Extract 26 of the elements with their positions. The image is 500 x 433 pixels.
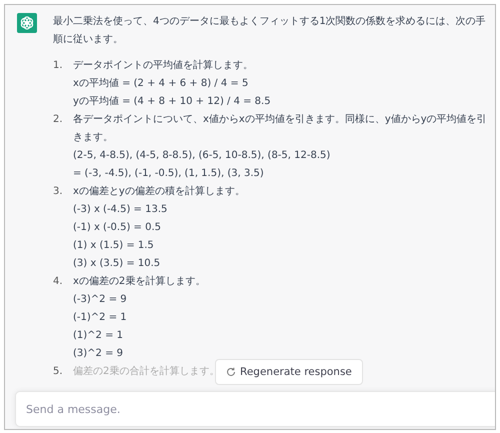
list-number: 4. bbox=[53, 275, 64, 289]
list-number: 1. bbox=[53, 59, 64, 73]
step-text: xの偏差とyの偏差の積を計算します。 bbox=[73, 184, 245, 199]
list-number: 5. bbox=[53, 365, 64, 379]
message-text: 最小二乗法を使って、4つのデータに最もよくフィットする1次関数の係数を求めるには、次の手順に従います。 bbox=[53, 14, 487, 47]
step-text: xの偏差の2乗を計算します。 bbox=[73, 274, 206, 289]
calculation-line: (2-5, 4-8.5), (4-5, 8-8.5), (6-5, 10-8.5), (8-5, 12-8.5) bbox=[73, 149, 332, 163]
calculation-line: (1) x (1.5) = 1.5 bbox=[73, 239, 155, 253]
calculation-line: (3)^2 = 9 bbox=[73, 347, 124, 361]
list-number: 2. bbox=[53, 113, 64, 127]
refresh-icon bbox=[226, 367, 236, 377]
list-number: 3. bbox=[53, 185, 64, 199]
calculation-line: xの平均値 = (2 + 4 + 6 + 8) / 4 = 5 bbox=[73, 77, 250, 91]
calculation-line: = (-3, -4.5), (-1, -0.5), (1, 1.5), (3, 3.5) bbox=[73, 167, 265, 181]
regenerate-button[interactable]: Regenerate response bbox=[215, 359, 363, 385]
calculation-line: yの平均値 = (4 + 8 + 10 + 12) / 4 = 8.5 bbox=[73, 95, 271, 109]
calculation-line: (-3) x (-4.5) = 13.5 bbox=[73, 203, 168, 217]
calculation-line: (1)^2 = 1 bbox=[73, 329, 124, 343]
logo-icon bbox=[17, 13, 37, 33]
calculation-line: (3) x (3.5) = 10.5 bbox=[73, 257, 162, 271]
calculation-line: (-1)^2 = 1 bbox=[73, 311, 128, 325]
calculation-line: (-3)^2 = 9 bbox=[73, 293, 128, 307]
calculation-line: (-1) x (-0.5) = 0.5 bbox=[73, 221, 162, 235]
step-text: 各データポイントについて、x値からxの平均値を引きます。同様に、y値からyの平均値を引きます。 bbox=[73, 112, 487, 145]
step-text: データポイントの平均値を計算します。 bbox=[73, 58, 254, 73]
message-input[interactable]: Send a message. bbox=[15, 391, 495, 427]
